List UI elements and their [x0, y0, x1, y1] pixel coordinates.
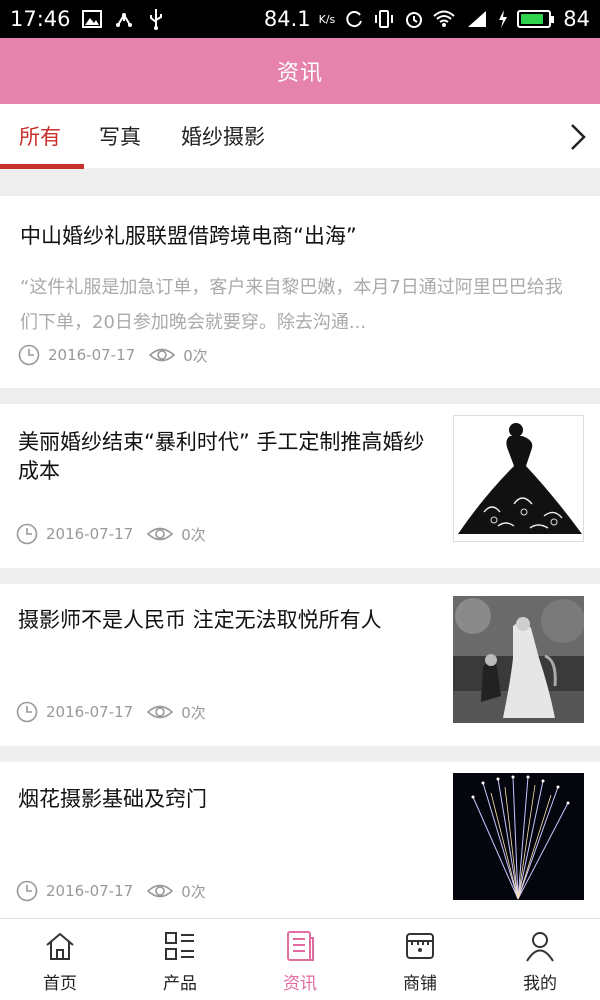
eye-icon: [147, 523, 174, 545]
net-speed-unit: K/s: [318, 12, 336, 26]
article-thumbnail: [453, 773, 584, 900]
article-title: 摄影师不是人民币 注定无法取悦所有人: [18, 608, 382, 632]
article-card[interactable]: 摄影师不是人民币 注定无法取悦所有人 2016-07-17 0次: [0, 584, 600, 746]
status-bar: 17:46 84.1 K/s 84: [0, 0, 600, 38]
clock-icon: [16, 880, 38, 902]
article-title: 美丽婚纱结束“暴利时代” 手工定制推高婚纱成本: [18, 430, 425, 483]
battery-level: 84: [563, 7, 590, 31]
nav-label: 首页: [43, 974, 77, 994]
sync-icon: [343, 8, 365, 30]
nav-label: 产品: [163, 974, 197, 994]
home-icon: [43, 929, 77, 963]
share-network-icon: [113, 8, 135, 30]
clock-icon: [16, 701, 38, 723]
active-tab-indicator: [0, 164, 84, 169]
user-icon: [523, 929, 557, 963]
tab-label: 所有: [19, 125, 61, 149]
nav-label: 资讯: [283, 974, 317, 994]
article-card[interactable]: 美丽婚纱结束“暴利时代” 手工定制推高婚纱成本 2016-07-17 0次: [0, 404, 600, 568]
news-icon: [283, 929, 317, 963]
article-meta: 2016-07-17 0次: [16, 701, 206, 723]
bottom-nav: 首页 产品 资讯 商铺 我的: [0, 918, 600, 1000]
eye-icon: [147, 701, 174, 723]
nav-me[interactable]: 我的: [480, 919, 600, 1000]
article-views: 0次: [181, 882, 206, 901]
article-date: 2016-07-17: [46, 703, 134, 721]
vibrate-icon: [373, 8, 395, 30]
status-time: 17:46: [10, 7, 71, 31]
cell-signal-icon: [463, 8, 489, 30]
page-title: 资讯: [276, 61, 323, 86]
article-date: 2016-07-17: [46, 882, 134, 900]
tab-label: 婚纱摄影: [181, 125, 265, 149]
alarm-icon: [403, 8, 425, 30]
article-meta: 2016-07-17 0次: [16, 880, 206, 902]
wifi-icon: [433, 8, 455, 30]
article-title: 中山婚纱礼服联盟借跨境电商“出海”: [20, 224, 357, 248]
article-card[interactable]: 中山婚纱礼服联盟借跨境电商“出海” “这件礼服是加急订单，客户来自黎巴嫩，本月7…: [0, 196, 600, 388]
gallery-icon: [81, 8, 103, 30]
app-header: 资讯: [0, 38, 600, 104]
store-icon: [403, 929, 437, 963]
article-thumbnail: [453, 415, 584, 542]
article-views: 0次: [181, 525, 206, 544]
nav-label: 商铺: [403, 974, 437, 994]
article-views: 0次: [181, 703, 206, 722]
article-meta: 2016-07-17 0次: [18, 344, 208, 366]
article-thumbnail: [453, 596, 584, 723]
tab-wedding-photography[interactable]: 婚纱摄影: [181, 104, 265, 168]
nav-home[interactable]: 首页: [0, 919, 120, 1000]
battery-icon: [517, 10, 555, 28]
product-grid-icon: [163, 929, 197, 963]
clock-icon: [18, 344, 40, 366]
usb-icon: [145, 8, 167, 30]
chevron-right-icon[interactable]: [566, 122, 590, 152]
clock-icon: [16, 523, 38, 545]
eye-icon: [147, 880, 174, 902]
nav-news[interactable]: 资讯: [240, 919, 360, 1000]
charging-icon: [497, 8, 509, 30]
nav-products[interactable]: 产品: [120, 919, 240, 1000]
dress-silhouette-image: [454, 416, 583, 541]
tab-all[interactable]: 所有: [19, 104, 61, 168]
tab-portrait[interactable]: 写真: [99, 104, 141, 168]
category-tabs: 所有 写真 婚纱摄影: [0, 104, 600, 169]
nav-label: 我的: [523, 974, 557, 994]
article-views: 0次: [183, 346, 208, 365]
article-summary: “这件礼服是加急订单，客户来自黎巴嫩，本月7日通过阿里巴巴给我们下单，20日参加…: [20, 277, 563, 333]
article-card[interactable]: 烟花摄影基础及窍门 2016-07-17 0次: [0, 762, 600, 918]
nav-store[interactable]: 商铺: [360, 919, 480, 1000]
article-date: 2016-07-17: [48, 346, 136, 364]
article-meta: 2016-07-17 0次: [16, 523, 206, 545]
tab-label: 写真: [99, 125, 141, 149]
eye-icon: [149, 344, 176, 366]
net-speed: 84.1: [263, 7, 311, 31]
article-title: 烟花摄影基础及窍门: [18, 787, 207, 811]
wedding-photo-image: [453, 596, 584, 723]
article-date: 2016-07-17: [46, 525, 134, 543]
fireworks-image: [453, 773, 584, 900]
